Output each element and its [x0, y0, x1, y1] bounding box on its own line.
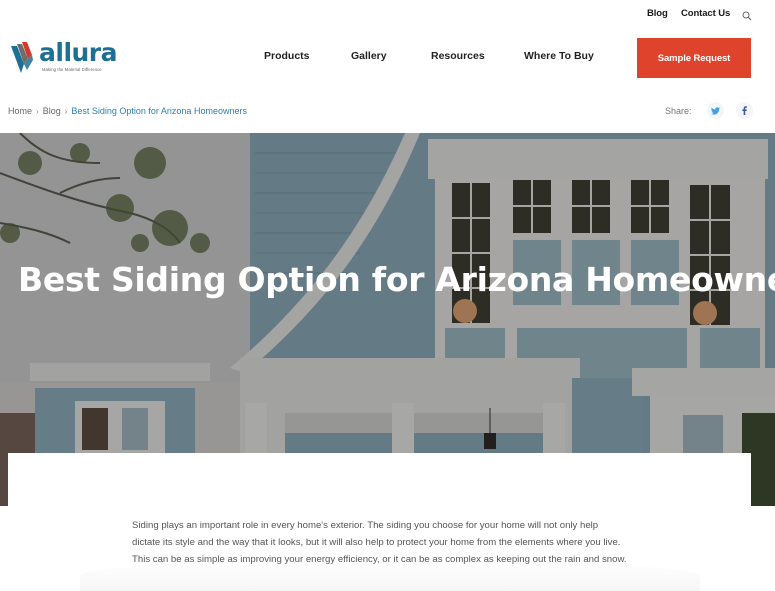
breadcrumb-home[interactable]: Home: [8, 106, 32, 116]
logo-mark-icon: [11, 42, 33, 73]
utility-link-contact[interactable]: Contact Us: [681, 8, 730, 19]
brand-logo[interactable]: allura ™ Making the Material Difference: [11, 38, 118, 74]
search-icon[interactable]: [742, 8, 752, 21]
breadcrumb-separator: ›: [64, 107, 68, 116]
sample-request-button[interactable]: Sample Request: [637, 38, 751, 78]
breadcrumb-separator: ›: [36, 107, 39, 116]
utility-link-blog[interactable]: Blog: [647, 8, 668, 19]
breadcrumb-blog[interactable]: Blog: [43, 106, 61, 116]
logo-wordmark: allura: [39, 38, 118, 67]
facebook-icon: [742, 106, 747, 115]
page-title: Best Siding Option for Arizona Homeowner…: [18, 260, 775, 299]
logo-trademark: ™: [106, 46, 110, 51]
breadcrumb-current: Best Siding Option for Arizona Homeowner…: [71, 106, 247, 116]
share-label: Share:: [665, 106, 692, 116]
nav-item-resources[interactable]: Resources: [431, 50, 485, 62]
nav-item-products[interactable]: Products: [264, 50, 310, 62]
twitter-icon: [711, 106, 720, 115]
logo-tagline: Making the Material Difference: [42, 67, 102, 72]
hero-banner: Best Siding Option for Arizona Homeowner…: [0, 133, 775, 506]
hero-overlay: [0, 133, 775, 506]
share-facebook-button[interactable]: [736, 102, 753, 119]
nav-item-where-to-buy[interactable]: Where To Buy: [524, 50, 594, 62]
share-twitter-button[interactable]: [707, 102, 724, 119]
breadcrumb: Home › Blog › Best Siding Option for Arizona…: [8, 106, 247, 116]
article-intro: Siding plays an important role in every …: [132, 520, 627, 565]
utility-nav: Blog Contact Us: [0, 0, 775, 26]
nav-item-gallery[interactable]: Gallery: [351, 50, 387, 62]
